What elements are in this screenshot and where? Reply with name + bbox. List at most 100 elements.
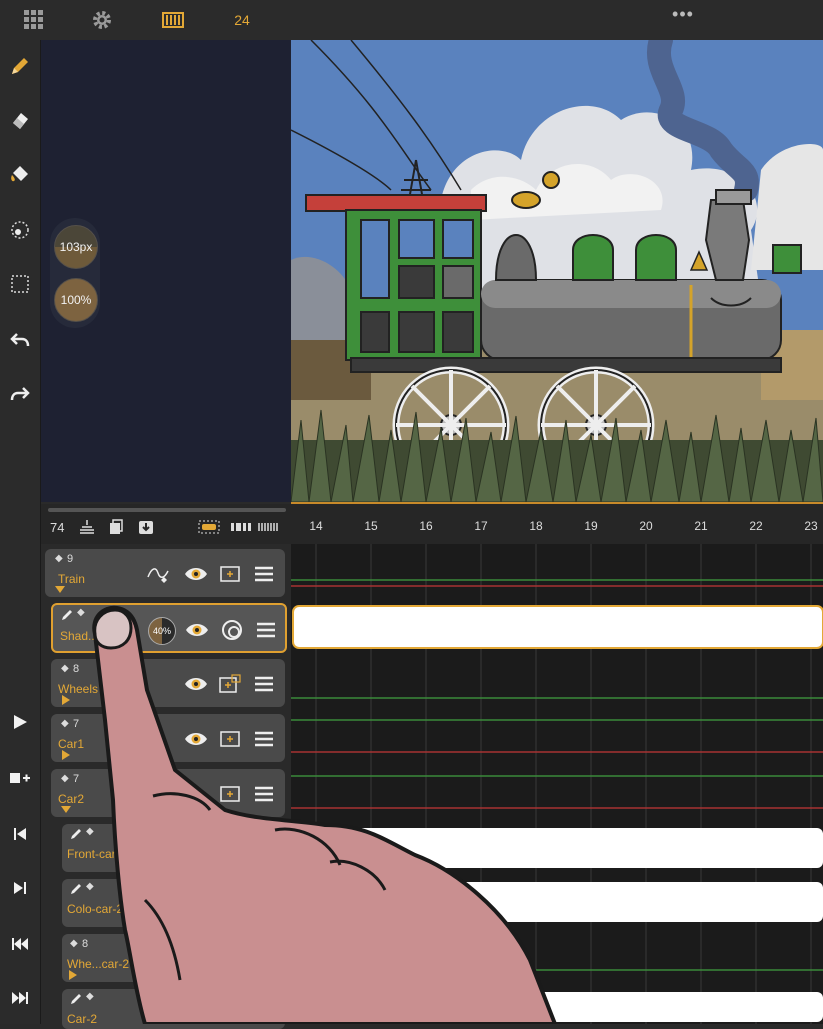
film-strip-icon[interactable] [160, 8, 186, 32]
redo-icon[interactable] [6, 380, 34, 408]
layer-frame-count: 8 [82, 938, 89, 950]
pencil-icon[interactable] [6, 52, 34, 80]
layer-menu-icon[interactable] [251, 781, 277, 807]
play-icon[interactable] [8, 710, 32, 734]
collapse-icon[interactable] [69, 970, 77, 980]
layer-name[interactable]: Front-car-2 [67, 847, 126, 861]
frame-grid[interactable] [291, 544, 823, 1024]
frame-number[interactable]: 21 [686, 519, 716, 533]
fast-forward-icon[interactable] [8, 986, 32, 1010]
layer-name[interactable]: Shad... [60, 629, 98, 643]
add-frame-icon[interactable] [8, 766, 32, 790]
layer-row[interactable]: ◆ Front-car-2 [62, 824, 285, 872]
eraser-icon[interactable] [6, 106, 34, 134]
layer-opacity[interactable]: 100% [146, 891, 174, 919]
brush-opacity-button[interactable]: 100% [54, 278, 98, 322]
layer-frame-count: 7 [73, 718, 80, 730]
layer-bounds-icon[interactable] [217, 781, 243, 807]
layer-frame-count: 7 [73, 773, 80, 785]
keyframe-icon: ◆ [55, 553, 63, 564]
selection-icon[interactable] [6, 270, 34, 298]
layer-row[interactable]: ◆ Car-2 [62, 989, 285, 1029]
onion-skin-icon[interactable] [76, 518, 98, 536]
fill-bucket-icon[interactable] [6, 160, 34, 188]
onion-skin-icon[interactable] [217, 836, 243, 862]
layer-menu-icon[interactable] [251, 726, 277, 752]
frame-number[interactable]: 22 [741, 519, 771, 533]
current-frame-label: 74 [50, 520, 65, 535]
layer-row[interactable]: ◆ 9 Train [45, 549, 285, 597]
frame-number[interactable]: 19 [576, 519, 606, 533]
timeline-scrollbar[interactable] [48, 508, 286, 512]
frame-view-icon[interactable] [198, 518, 220, 536]
visibility-eye-icon[interactable] [183, 561, 209, 587]
layer-name[interactable]: Car1 [58, 737, 84, 751]
layer-name[interactable]: Colo-car-2 [67, 902, 123, 916]
layer-name[interactable]: Wheels [58, 682, 98, 696]
keyframe-icon: ◆ [86, 826, 94, 837]
paste-frame-icon[interactable] [135, 518, 157, 536]
frame-density-icon[interactable] [258, 518, 280, 536]
frame-number[interactable]: 23 [796, 519, 823, 533]
visibility-eye-icon[interactable] [184, 617, 210, 643]
layer-row[interactable]: ◆ 8 Wheels [51, 659, 285, 707]
fps-label[interactable]: 24 [230, 8, 254, 32]
layer-bounds-icon[interactable] [217, 726, 243, 752]
top-bar: 24 ••• [0, 0, 823, 41]
pencil-icon [70, 827, 82, 845]
layer-row[interactable]: ◆ 7 Car1 [51, 714, 285, 762]
frame-number[interactable]: 18 [521, 519, 551, 533]
layer-menu-icon[interactable] [251, 671, 277, 697]
collapse-icon[interactable] [62, 750, 70, 760]
layer-row-selected[interactable]: ◆ Shad... 40% [51, 603, 287, 653]
keyframe-icon: ◆ [86, 991, 94, 1002]
layer-name[interactable]: Car2 [58, 792, 84, 806]
brush-size-button[interactable]: 103px [54, 225, 98, 269]
layer-frame-count: 8 [73, 663, 80, 675]
visibility-eye-icon[interactable] [183, 726, 209, 752]
keyframe-icon: ◆ [86, 881, 94, 892]
gear-icon[interactable] [90, 8, 114, 32]
keyframe-icon: ◆ [70, 938, 78, 949]
left-toolbar [0, 40, 41, 1024]
layer-menu-icon[interactable] [252, 836, 278, 862]
layer-menu-icon[interactable] [253, 617, 279, 643]
layer-name[interactable]: Train [58, 572, 85, 586]
layer-row[interactable]: ◆ 8 Whe...car-2 [62, 934, 285, 982]
frame-number[interactable]: 16 [411, 519, 441, 533]
layer-opacity[interactable]: 40% [148, 617, 176, 645]
drawing-canvas[interactable] [291, 40, 823, 504]
layer-bounds-icon[interactable] [217, 671, 243, 697]
layer-menu-icon[interactable] [251, 561, 277, 587]
keyframe-icon: ◆ [77, 607, 85, 618]
layer-row[interactable]: ◆ Colo-car-2 100% [62, 879, 285, 927]
first-frame-icon[interactable] [8, 822, 32, 846]
frame-number[interactable]: 17 [466, 519, 496, 533]
frame-number[interactable]: 20 [631, 519, 661, 533]
keyframe-icon: ◆ [61, 773, 69, 784]
keyframe-icon: ◆ [61, 718, 69, 729]
frame-number[interactable]: 15 [356, 519, 386, 533]
frame-number[interactable]: 14 [301, 519, 331, 533]
onion-skin-icon[interactable] [219, 617, 245, 643]
rewind-icon[interactable] [8, 932, 32, 956]
motion-path-icon[interactable] [145, 561, 171, 587]
pencil-icon [70, 992, 82, 1010]
expand-icon[interactable] [55, 586, 65, 593]
collapse-icon[interactable] [62, 695, 70, 705]
undo-icon[interactable] [6, 326, 34, 354]
copy-frame-icon[interactable] [105, 518, 127, 536]
grid-icon[interactable] [22, 8, 46, 32]
more-icon[interactable]: ••• [668, 2, 698, 26]
visibility-eye-icon[interactable] [183, 671, 209, 697]
keyframe-icon: ◆ [61, 663, 69, 674]
layer-name[interactable]: Whe...car-2 [67, 957, 129, 971]
layer-row[interactable]: ◆ 7 Car2 [51, 769, 285, 817]
expand-icon[interactable] [61, 806, 71, 813]
next-frame-icon[interactable] [8, 876, 32, 900]
frame-spacing-icon[interactable] [230, 518, 252, 536]
pencil-icon [70, 882, 82, 900]
layer-bounds-icon[interactable] [217, 561, 243, 587]
lasso-icon[interactable] [6, 216, 34, 244]
layer-frame-count: 9 [67, 553, 74, 565]
